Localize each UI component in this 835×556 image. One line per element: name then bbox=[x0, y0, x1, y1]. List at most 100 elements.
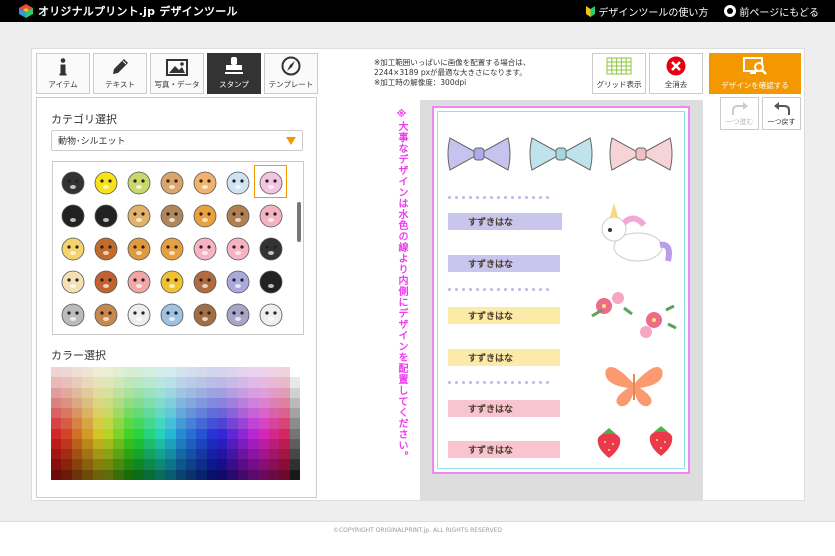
color-swatch[interactable] bbox=[237, 459, 249, 470]
color-swatch[interactable] bbox=[196, 367, 207, 378]
color-swatch[interactable] bbox=[102, 469, 114, 480]
color-swatch[interactable] bbox=[61, 418, 72, 429]
strawberry-stamp[interactable] bbox=[594, 426, 624, 460]
color-swatch[interactable] bbox=[123, 428, 134, 439]
color-swatch[interactable] bbox=[237, 377, 249, 388]
color-swatch[interactable] bbox=[268, 397, 280, 409]
stamp-bee[interactable] bbox=[56, 198, 89, 231]
color-swatch[interactable] bbox=[227, 367, 238, 378]
color-swatch[interactable] bbox=[217, 377, 228, 388]
color-swatch[interactable] bbox=[61, 387, 72, 398]
stamp-dog-brown[interactable] bbox=[155, 231, 188, 264]
color-swatch[interactable] bbox=[227, 377, 238, 388]
clear-all-button[interactable]: 全消去 bbox=[649, 53, 703, 94]
color-swatch[interactable] bbox=[165, 469, 176, 480]
color-swatch[interactable] bbox=[113, 367, 124, 378]
stamp-panda[interactable] bbox=[56, 165, 89, 198]
color-swatch[interactable] bbox=[123, 469, 134, 480]
color-swatch[interactable] bbox=[102, 449, 114, 460]
stamp-lion-gold[interactable] bbox=[188, 198, 221, 231]
color-swatch[interactable] bbox=[279, 397, 290, 409]
flower-stamp-2[interactable] bbox=[634, 304, 678, 344]
color-swatch[interactable] bbox=[92, 459, 103, 470]
color-swatch[interactable] bbox=[217, 408, 228, 419]
color-swatch[interactable] bbox=[123, 408, 134, 419]
color-swatch[interactable] bbox=[71, 449, 83, 460]
color-swatch[interactable] bbox=[237, 449, 249, 460]
color-swatch[interactable] bbox=[206, 428, 217, 439]
color-swatch[interactable] bbox=[92, 449, 103, 460]
stamp-lion[interactable] bbox=[89, 231, 122, 264]
color-swatch[interactable] bbox=[175, 387, 186, 398]
color-swatch[interactable] bbox=[154, 469, 166, 480]
color-swatch[interactable] bbox=[185, 428, 197, 439]
color-swatch[interactable] bbox=[185, 377, 197, 388]
color-swatch[interactable] bbox=[185, 397, 197, 409]
color-swatch[interactable] bbox=[113, 438, 124, 450]
name-label-dog-purple-2[interactable]: すずきはな bbox=[448, 255, 560, 272]
color-swatch[interactable] bbox=[227, 469, 238, 480]
stamp-monkey-2[interactable] bbox=[188, 297, 221, 330]
color-swatch[interactable] bbox=[165, 397, 176, 409]
tab-photo-data[interactable]: 写真・データ bbox=[150, 53, 204, 94]
color-swatch[interactable] bbox=[134, 397, 145, 409]
color-swatch[interactable] bbox=[51, 367, 62, 378]
color-swatch[interactable] bbox=[51, 449, 62, 460]
butterfly-stamp[interactable] bbox=[602, 360, 666, 408]
color-swatch[interactable] bbox=[268, 377, 280, 388]
color-swatch[interactable] bbox=[71, 418, 83, 429]
color-swatch[interactable] bbox=[51, 418, 62, 429]
stamp-cat-orange[interactable] bbox=[188, 165, 221, 198]
color-swatch[interactable] bbox=[248, 449, 259, 460]
color-swatch[interactable] bbox=[92, 469, 103, 480]
color-swatch[interactable] bbox=[92, 408, 103, 419]
color-swatch[interactable] bbox=[258, 387, 269, 398]
stamp-mouse-black[interactable] bbox=[254, 231, 287, 264]
color-swatch[interactable] bbox=[134, 377, 145, 388]
color-swatch[interactable] bbox=[71, 459, 83, 470]
color-swatch[interactable] bbox=[268, 428, 280, 439]
color-swatch[interactable] bbox=[258, 397, 269, 409]
color-swatch[interactable] bbox=[113, 459, 124, 470]
color-swatch[interactable] bbox=[82, 459, 93, 470]
color-swatch[interactable] bbox=[268, 367, 280, 378]
color-swatch[interactable] bbox=[92, 428, 103, 439]
color-swatch[interactable] bbox=[248, 387, 259, 398]
color-swatch[interactable] bbox=[92, 418, 103, 429]
color-swatch[interactable] bbox=[248, 428, 259, 439]
color-swatch[interactable] bbox=[237, 397, 249, 409]
color-swatch[interactable] bbox=[71, 387, 83, 398]
color-swatch[interactable] bbox=[71, 408, 83, 419]
design-canvas[interactable]: すずきはな すずきはな すずきはな すずきはな すずきはな すずきはな bbox=[420, 100, 703, 500]
color-swatch[interactable] bbox=[279, 438, 290, 450]
color-swatch[interactable] bbox=[61, 408, 72, 419]
stamp-monkey[interactable] bbox=[188, 264, 221, 297]
color-swatch[interactable] bbox=[258, 377, 269, 388]
color-swatch[interactable] bbox=[227, 459, 238, 470]
color-swatch[interactable] bbox=[71, 367, 83, 378]
color-swatch[interactable] bbox=[196, 397, 207, 409]
color-swatch[interactable] bbox=[102, 397, 114, 409]
stamp-cat-white[interactable] bbox=[254, 297, 287, 330]
color-swatch[interactable] bbox=[289, 418, 300, 429]
color-swatch[interactable] bbox=[82, 367, 93, 378]
color-swatch[interactable] bbox=[268, 438, 280, 450]
color-swatch[interactable] bbox=[92, 377, 103, 388]
color-swatch[interactable] bbox=[237, 418, 249, 429]
color-swatch[interactable] bbox=[102, 377, 114, 388]
color-swatch[interactable] bbox=[206, 438, 217, 450]
color-swatch[interactable] bbox=[134, 459, 145, 470]
color-swatch[interactable] bbox=[113, 449, 124, 460]
color-swatch[interactable] bbox=[144, 469, 155, 480]
color-swatch[interactable] bbox=[154, 449, 166, 460]
color-swatch[interactable] bbox=[82, 428, 93, 439]
color-swatch[interactable] bbox=[175, 438, 186, 450]
color-swatch[interactable] bbox=[144, 459, 155, 470]
color-swatch[interactable] bbox=[196, 469, 207, 480]
color-swatch[interactable] bbox=[227, 408, 238, 419]
color-swatch[interactable] bbox=[154, 377, 166, 388]
color-swatch[interactable] bbox=[185, 418, 197, 429]
color-swatch[interactable] bbox=[113, 387, 124, 398]
color-swatch[interactable] bbox=[217, 449, 228, 460]
color-swatch[interactable] bbox=[175, 428, 186, 439]
